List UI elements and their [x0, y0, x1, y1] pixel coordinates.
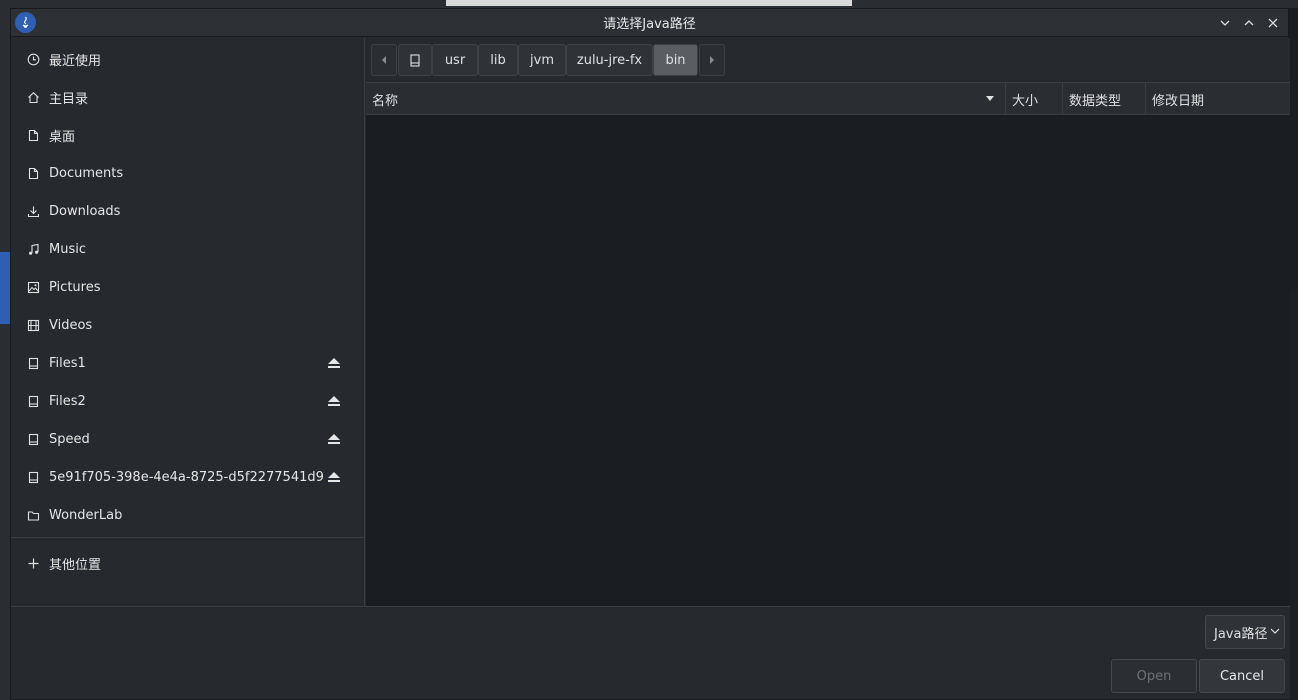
- background-window-accent: [0, 252, 10, 324]
- drive-icon: [25, 393, 41, 409]
- sidebar-item-files1[interactable]: Files1: [11, 344, 365, 382]
- file-icon: [25, 127, 41, 143]
- close-button[interactable]: [1264, 13, 1282, 33]
- sidebar-item-documents[interactable]: Documents: [11, 154, 365, 192]
- sidebar-item-label: Documents: [49, 165, 124, 181]
- file-list[interactable]: 名称 大小 数据类型 修改日期: [366, 82, 1290, 606]
- file-icon: [25, 165, 41, 181]
- sidebar-item-downloads[interactable]: Downloads: [11, 192, 365, 230]
- column-header-type[interactable]: 数据类型: [1063, 83, 1146, 115]
- eject-icon[interactable]: [326, 431, 342, 447]
- background-window-right: [1289, 290, 1298, 700]
- java-app-icon: [15, 12, 36, 33]
- path-crumb-zulu-jre-fx[interactable]: zulu-jre-fx: [566, 44, 653, 76]
- sidebar-item-label: Speed: [49, 431, 90, 447]
- title-bar[interactable]: 请选择Java路径: [11, 9, 1288, 37]
- sidebar-item-label: 5e91f705-398e-4e4a-8725-d5f2277541d9: [49, 469, 324, 485]
- download-icon: [25, 203, 41, 219]
- sidebar-item-label: Music: [49, 241, 86, 257]
- eject-icon[interactable]: [326, 355, 342, 371]
- sidebar-item-label: WonderLab: [49, 507, 123, 523]
- sidebar-item-uuid-volume[interactable]: 5e91f705-398e-4e4a-8725-d5f2277541d9: [11, 458, 365, 496]
- path-root-device-button[interactable]: [398, 44, 432, 76]
- drive-icon: [25, 355, 41, 371]
- path-scroll-left-button[interactable]: [371, 44, 397, 76]
- sidebar-item-speed[interactable]: Speed: [11, 420, 365, 458]
- folder-icon: [25, 507, 41, 523]
- music-icon: [25, 241, 41, 257]
- drive-icon: [410, 53, 420, 67]
- chevron-left-icon: [382, 56, 386, 64]
- sidebar-item-label: 最近使用: [49, 53, 102, 69]
- path-crumb-bin[interactable]: bin: [653, 44, 698, 76]
- clock-icon: [25, 51, 41, 67]
- sidebar-item-label: 其他位置: [49, 557, 102, 573]
- sidebar-item-label: 桌面: [49, 129, 76, 145]
- chevron-right-icon: [710, 56, 714, 64]
- column-header-modified[interactable]: 修改日期: [1146, 83, 1290, 115]
- chevron-down-icon: [1220, 20, 1230, 26]
- minimize-button[interactable]: [1216, 13, 1234, 33]
- column-header-row: 名称 大小 数据类型 修改日期: [366, 83, 1290, 115]
- sidebar-item-recent[interactable]: 最近使用: [11, 40, 365, 78]
- column-header-label: 名称: [372, 93, 399, 109]
- path-crumb-jvm[interactable]: jvm: [518, 44, 566, 76]
- home-icon: [25, 89, 41, 105]
- sidebar-item-label: Pictures: [49, 279, 101, 295]
- background-window-left: [0, 0, 10, 700]
- sort-down-icon: [986, 96, 994, 101]
- sidebar-item-pictures[interactable]: Pictures: [11, 268, 365, 306]
- sidebar-item-home[interactable]: 主目录: [11, 78, 365, 116]
- plus-icon: [25, 555, 41, 571]
- close-icon: [1268, 18, 1278, 28]
- sidebar-item-videos[interactable]: Videos: [11, 306, 365, 344]
- image-icon: [25, 279, 41, 295]
- maximize-button[interactable]: [1240, 13, 1258, 33]
- file-chooser-dialog: 请选择Java路径 最近使用 主目录 桌面 Documents Download…: [10, 8, 1290, 699]
- sidebar-item-wonderlab[interactable]: WonderLab: [11, 496, 365, 534]
- drive-icon: [25, 431, 41, 447]
- sidebar-item-label: 主目录: [49, 91, 89, 107]
- open-button[interactable]: Open: [1111, 659, 1197, 693]
- sidebar-item-label: Videos: [49, 317, 93, 333]
- sidebar-item-files2[interactable]: Files2: [11, 382, 365, 420]
- sidebar-item-label: Files2: [49, 393, 86, 409]
- sidebar-item-other-locations[interactable]: 其他位置: [11, 544, 365, 582]
- sidebar-divider: [11, 537, 365, 538]
- column-header-size[interactable]: 大小: [1006, 83, 1063, 115]
- sidebar-item-music[interactable]: Music: [11, 230, 365, 268]
- dialog-action-area: Java路径 Open Cancel: [11, 606, 1290, 699]
- film-icon: [25, 317, 41, 333]
- chevron-up-icon: [1244, 20, 1254, 26]
- sidebar-item-label: Downloads: [49, 203, 121, 219]
- dialog-title: 请选择Java路径: [603, 17, 696, 32]
- sidebar-item-label: Files1: [49, 355, 86, 371]
- file-filter-dropdown[interactable]: Java路径: [1205, 615, 1285, 649]
- drive-icon: [25, 469, 41, 485]
- background-window-box: [446, 0, 852, 6]
- path-scroll-right-button[interactable]: [699, 44, 725, 76]
- path-bar: usr lib jvm zulu-jre-fx bin: [366, 38, 1290, 82]
- file-filter-label: Java路径: [1214, 626, 1268, 642]
- eject-icon[interactable]: [326, 469, 342, 485]
- chevron-down-icon: [1270, 628, 1280, 634]
- eject-icon[interactable]: [326, 393, 342, 409]
- column-header-name[interactable]: 名称: [366, 83, 1006, 115]
- path-crumb-lib[interactable]: lib: [478, 44, 518, 76]
- places-sidebar: 最近使用 主目录 桌面 Documents Downloads Music Pi…: [11, 38, 365, 606]
- cancel-button[interactable]: Cancel: [1199, 659, 1285, 693]
- path-crumb-usr[interactable]: usr: [432, 44, 478, 76]
- sidebar-item-desktop[interactable]: 桌面: [11, 116, 365, 154]
